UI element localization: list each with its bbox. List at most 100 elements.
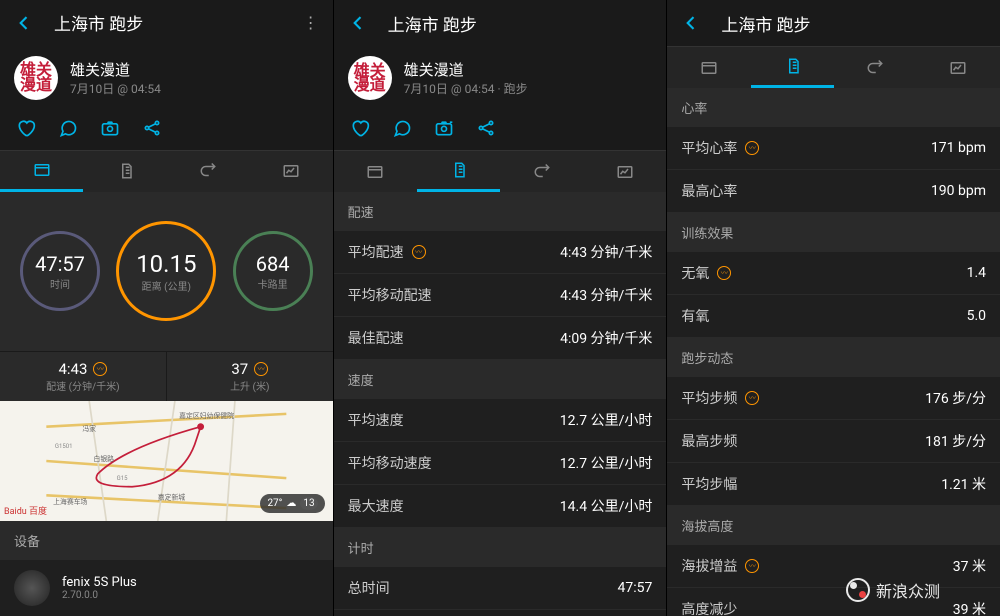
calories-circle: 684 卡路里 bbox=[233, 231, 313, 311]
panel-stats: 上海市 跑步 雄关漫道 雄关漫道 7月10日 @ 04:54 · 跑步 配速 平… bbox=[334, 0, 668, 616]
stat-value: 1.21 米 bbox=[941, 474, 986, 494]
panel-overview: 上海市 跑步 ⋮ 雄关漫道 雄关漫道 7月10日 @ 04:54 47:57 时… bbox=[0, 0, 334, 616]
user-name: 雄关漫道 bbox=[70, 59, 161, 80]
stat-value: 47:57 bbox=[617, 580, 652, 596]
stat-value: 190 bpm bbox=[931, 183, 986, 199]
list-item: 平均移动配速 4:43 分钟/千米 bbox=[334, 274, 667, 317]
tab-stats[interactable] bbox=[417, 150, 500, 192]
stat-value: 181 步/分 bbox=[925, 431, 986, 451]
stat-label: 最佳配速 bbox=[348, 328, 560, 348]
list-item: 海拔增益 37 米 bbox=[667, 545, 1000, 588]
list-item: 平均移动速度 12.7 公里/小时 bbox=[334, 442, 667, 485]
tabs bbox=[0, 150, 333, 192]
section-header: 跑步动态 bbox=[667, 338, 1000, 377]
stats-row: 4:43 配速 (分钟/千米) 37 上升 (米) bbox=[0, 351, 333, 401]
stats-scroll[interactable]: 心率 平均心率 171 bpm 最高心率 190 bpm训练效果 无氧 1.4 … bbox=[667, 88, 1000, 616]
device-version: 2.70.0.0 bbox=[62, 590, 137, 601]
stat-value: 4:43 分钟/千米 bbox=[560, 242, 652, 262]
heart-icon[interactable] bbox=[16, 118, 36, 138]
tab-laps[interactable] bbox=[834, 46, 917, 88]
activity-date: 7月10日 @ 04:54 · 跑步 bbox=[404, 80, 528, 97]
list-item: 平均速度 12.7 公里/小时 bbox=[334, 399, 667, 442]
svg-text:冯家: 冯家 bbox=[82, 424, 96, 433]
overflow-icon[interactable]: ⋮ bbox=[303, 13, 319, 32]
profile-header: 雄关漫道 雄关漫道 7月10日 @ 04:54 · 跑步 bbox=[334, 46, 667, 110]
activity-date: 7月10日 @ 04:54 bbox=[70, 80, 161, 97]
share-icon[interactable] bbox=[476, 118, 496, 138]
tab-charts[interactable] bbox=[917, 46, 1000, 88]
back-icon[interactable] bbox=[681, 13, 701, 33]
comment-icon[interactable] bbox=[58, 118, 78, 138]
svg-text:上海赛车场: 上海赛车场 bbox=[53, 497, 87, 506]
badge-icon bbox=[745, 391, 759, 405]
tab-overview[interactable] bbox=[0, 150, 83, 192]
badge-icon bbox=[412, 245, 426, 259]
stat-label: 最高心率 bbox=[681, 181, 931, 201]
back-icon[interactable] bbox=[348, 13, 368, 33]
svg-text:G15: G15 bbox=[117, 475, 128, 482]
avatar[interactable]: 雄关漫道 bbox=[348, 56, 392, 100]
tab-charts[interactable] bbox=[250, 150, 333, 192]
section-header: 训练效果 bbox=[667, 213, 1000, 252]
profile-header: 雄关漫道 雄关漫道 7月10日 @ 04:54 bbox=[0, 46, 333, 110]
device-row[interactable]: fenix 5S Plus 2.70.0.0 bbox=[0, 560, 333, 616]
stat-value: 171 bpm bbox=[931, 140, 986, 156]
camera-icon[interactable] bbox=[100, 118, 120, 138]
tab-overview[interactable] bbox=[667, 46, 750, 88]
avatar[interactable]: 雄关漫道 bbox=[14, 56, 58, 100]
stat-label: 海拔增益 bbox=[681, 556, 952, 576]
section-header: 心率 bbox=[667, 88, 1000, 127]
back-icon[interactable] bbox=[14, 13, 34, 33]
stat-value: 4:09 分钟/千米 bbox=[560, 328, 652, 348]
baidu-logo: Baidu 百度 bbox=[4, 504, 47, 517]
tab-laps[interactable] bbox=[166, 150, 249, 192]
action-bar bbox=[0, 110, 333, 150]
device-name: fenix 5S Plus bbox=[62, 575, 137, 590]
time-circle: 47:57 时间 bbox=[20, 231, 100, 311]
list-item: 平均心率 171 bpm bbox=[667, 127, 1000, 170]
list-item: 最大速度 14.4 公里/小时 bbox=[334, 485, 667, 528]
panel-stats-more: 上海市 跑步 心率 平均心率 171 bpm 最高心率 190 bpm训练效果 … bbox=[667, 0, 1000, 616]
stat-value: 12.7 公里/小时 bbox=[560, 410, 653, 430]
stat-label: 总时间 bbox=[348, 578, 618, 598]
list-item: 最高步频 181 步/分 bbox=[667, 420, 1000, 463]
titlebar: 上海市 跑步 ⋮ bbox=[0, 0, 333, 46]
stat-value: 1.4 bbox=[967, 265, 986, 281]
svg-text:G1501: G1501 bbox=[55, 443, 73, 450]
stat-value: 12.7 公里/小时 bbox=[560, 453, 653, 473]
comment-icon[interactable] bbox=[392, 118, 412, 138]
tabs bbox=[667, 46, 1000, 88]
stat-label: 有氧 bbox=[681, 306, 966, 326]
camera-icon[interactable] bbox=[434, 118, 454, 138]
elev-cell: 37 上升 (米) bbox=[166, 352, 333, 401]
tab-stats[interactable] bbox=[83, 150, 166, 192]
stats-scroll[interactable]: 配速 平均配速 4:43 分钟/千米 平均移动配速 4:43 分钟/千米 最佳配… bbox=[334, 192, 667, 616]
list-item: 平均步幅 1.21 米 bbox=[667, 463, 1000, 506]
page-title: 上海市 跑步 bbox=[54, 10, 143, 35]
stat-label: 平均配速 bbox=[348, 242, 560, 262]
map[interactable]: 嘉定区妇幼保健院 冯家 白银路 嘉定新城 上海赛车场 G1501 G15 Bai… bbox=[0, 401, 333, 521]
stat-value: 14.4 公里/小时 bbox=[560, 496, 653, 516]
stat-label: 平均速度 bbox=[348, 410, 560, 430]
badge-icon bbox=[717, 266, 731, 280]
svg-text:白银路: 白银路 bbox=[93, 454, 114, 463]
stat-value: 5.0 bbox=[967, 308, 986, 324]
stat-label: 最高步频 bbox=[681, 431, 925, 451]
stat-label: 高度减少 bbox=[681, 599, 952, 616]
share-icon[interactable] bbox=[142, 118, 162, 138]
heart-icon[interactable] bbox=[350, 118, 370, 138]
stat-label: 平均心率 bbox=[681, 138, 931, 158]
tab-charts[interactable] bbox=[583, 150, 666, 192]
list-item: 平均配速 4:43 分钟/千米 bbox=[334, 231, 667, 274]
list-item: 最佳配速 4:09 分钟/千米 bbox=[334, 317, 667, 360]
tab-stats[interactable] bbox=[751, 46, 834, 88]
stat-value: 39 米 bbox=[953, 599, 986, 616]
distance-circle: 10.15 距离 (公里) bbox=[116, 221, 216, 321]
pace-cell: 4:43 配速 (分钟/千米) bbox=[0, 352, 166, 401]
tab-laps[interactable] bbox=[500, 150, 583, 192]
tabs bbox=[334, 150, 667, 192]
section-header: 速度 bbox=[334, 360, 667, 399]
badge-icon bbox=[745, 559, 759, 573]
action-bar bbox=[334, 110, 667, 150]
tab-overview[interactable] bbox=[334, 150, 417, 192]
